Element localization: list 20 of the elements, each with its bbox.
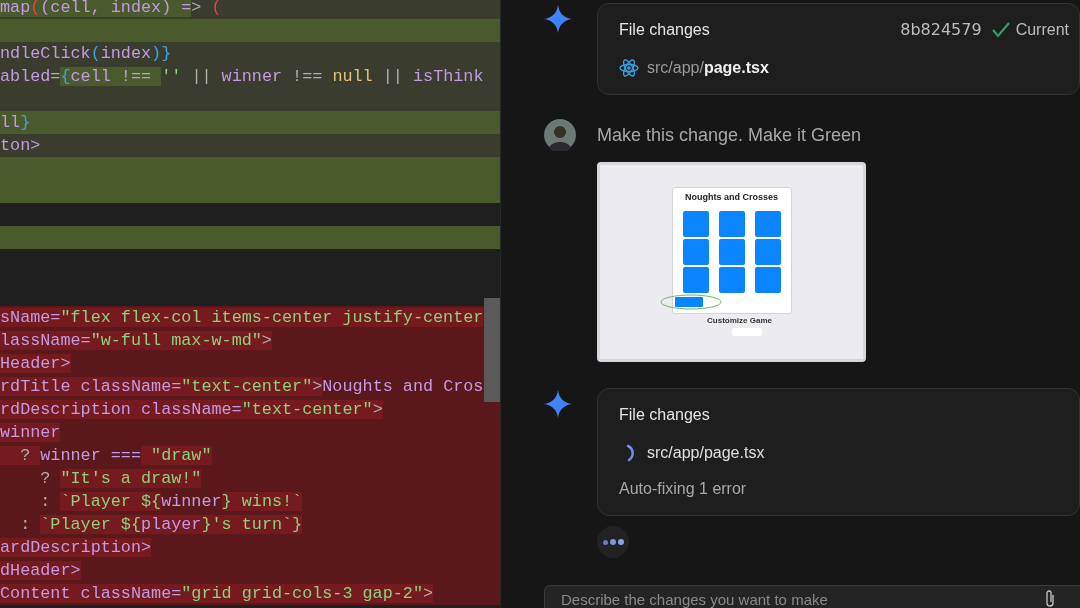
commit-hash: 8b824579 xyxy=(900,19,982,41)
check-icon xyxy=(991,22,1010,38)
sparkle-icon xyxy=(544,5,572,33)
screenshot-attachment[interactable]: Noughts and Crosses Customize Game xyxy=(597,162,866,362)
section-heading: Customize Game xyxy=(707,316,772,326)
scrollbar-thumb[interactable] xyxy=(484,298,500,402)
game-title: Noughts and Crosses xyxy=(685,192,778,203)
paperclip-icon[interactable] xyxy=(1044,589,1056,607)
message-input[interactable]: Describe the changes you want to make xyxy=(544,585,1080,608)
file-path[interactable]: src/app/page.tsx xyxy=(647,56,769,80)
avatar xyxy=(544,119,576,151)
reset-button[interactable] xyxy=(674,297,703,307)
card-title: File changes xyxy=(619,20,710,40)
sparkle-icon xyxy=(544,390,572,418)
user-message: Make this change. Make it Green xyxy=(597,124,863,147)
file-path[interactable]: src/app/page.tsx xyxy=(647,441,765,465)
status-note: Auto-fixing 1 error xyxy=(619,479,748,499)
card-title: File changes xyxy=(619,405,710,425)
typing-indicator xyxy=(597,526,629,558)
status-label: Current xyxy=(1015,20,1069,40)
